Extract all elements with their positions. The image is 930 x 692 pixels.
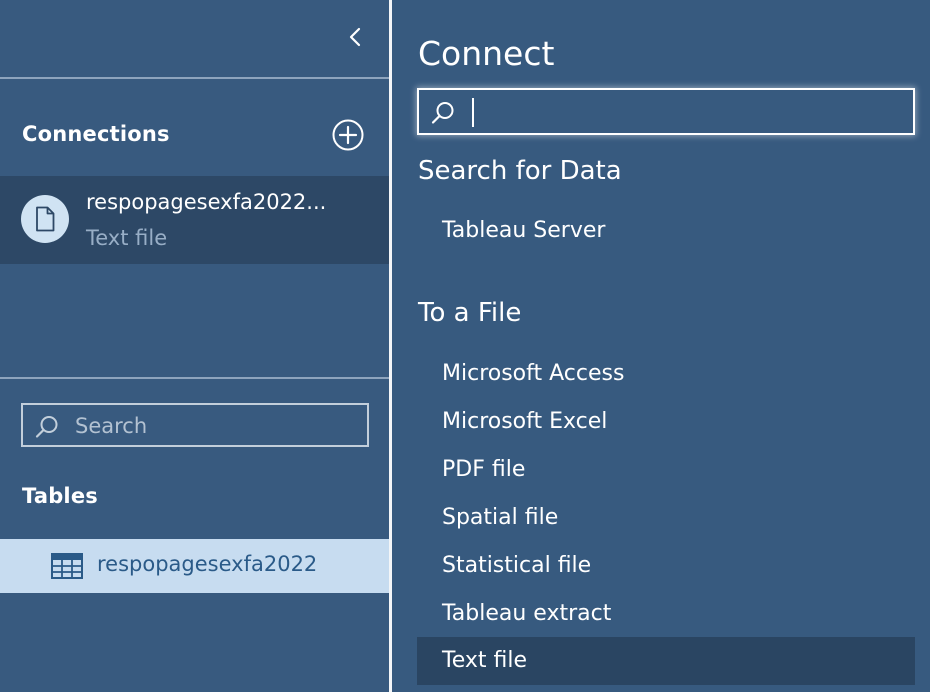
connector-microsoft-access[interactable]: Microsoft Access (417, 350, 915, 398)
connect-search-input[interactable] (471, 95, 905, 130)
sidebar-divider-middle (0, 377, 389, 379)
tables-heading: Tables (22, 484, 98, 508)
search-for-data-heading: Search for Data (418, 156, 622, 186)
file-icon (36, 206, 55, 232)
connection-item[interactable]: respopagesexfa2022... Text file (0, 176, 389, 264)
sidebar-divider-top (0, 77, 389, 79)
search-icon (430, 100, 456, 130)
table-search-box (21, 403, 369, 447)
connect-search-box (417, 88, 915, 135)
data-sidebar: Connections respopagesexfa2022... Text f… (0, 0, 389, 692)
connect-title: Connect (418, 34, 555, 73)
plus-circle-icon (332, 119, 364, 151)
chevron-left-icon (349, 27, 361, 47)
table-name: respopagesexfa2022 (97, 552, 318, 576)
connector-tableau-server[interactable]: Tableau Server (417, 207, 915, 255)
connector-microsoft-excel[interactable]: Microsoft Excel (417, 398, 915, 446)
collapse-sidebar-button[interactable] (340, 22, 370, 52)
table-grid-icon (51, 553, 83, 583)
connection-name: respopagesexfa2022... (86, 190, 327, 214)
table-list-item[interactable]: respopagesexfa2022 (0, 539, 389, 593)
connector-text-file[interactable]: Text file (417, 637, 915, 685)
connector-tableau-extract[interactable]: Tableau extract (417, 590, 915, 638)
search-icon (34, 414, 60, 444)
connect-panel: Connect Search for Data Tableau Server T… (392, 0, 930, 692)
connections-heading: Connections (22, 122, 170, 146)
add-connection-button[interactable] (331, 118, 365, 152)
connection-avatar (21, 195, 69, 243)
connector-pdf-file[interactable]: PDF file (417, 446, 915, 494)
to-a-file-heading: To a File (418, 298, 522, 328)
app-window: Connections respopagesexfa2022... Text f… (0, 0, 930, 692)
connection-type: Text file (86, 226, 168, 250)
connector-statistical-file[interactable]: Statistical file (417, 542, 915, 590)
table-search-input[interactable] (73, 409, 357, 443)
connector-spatial-file[interactable]: Spatial file (417, 494, 915, 542)
